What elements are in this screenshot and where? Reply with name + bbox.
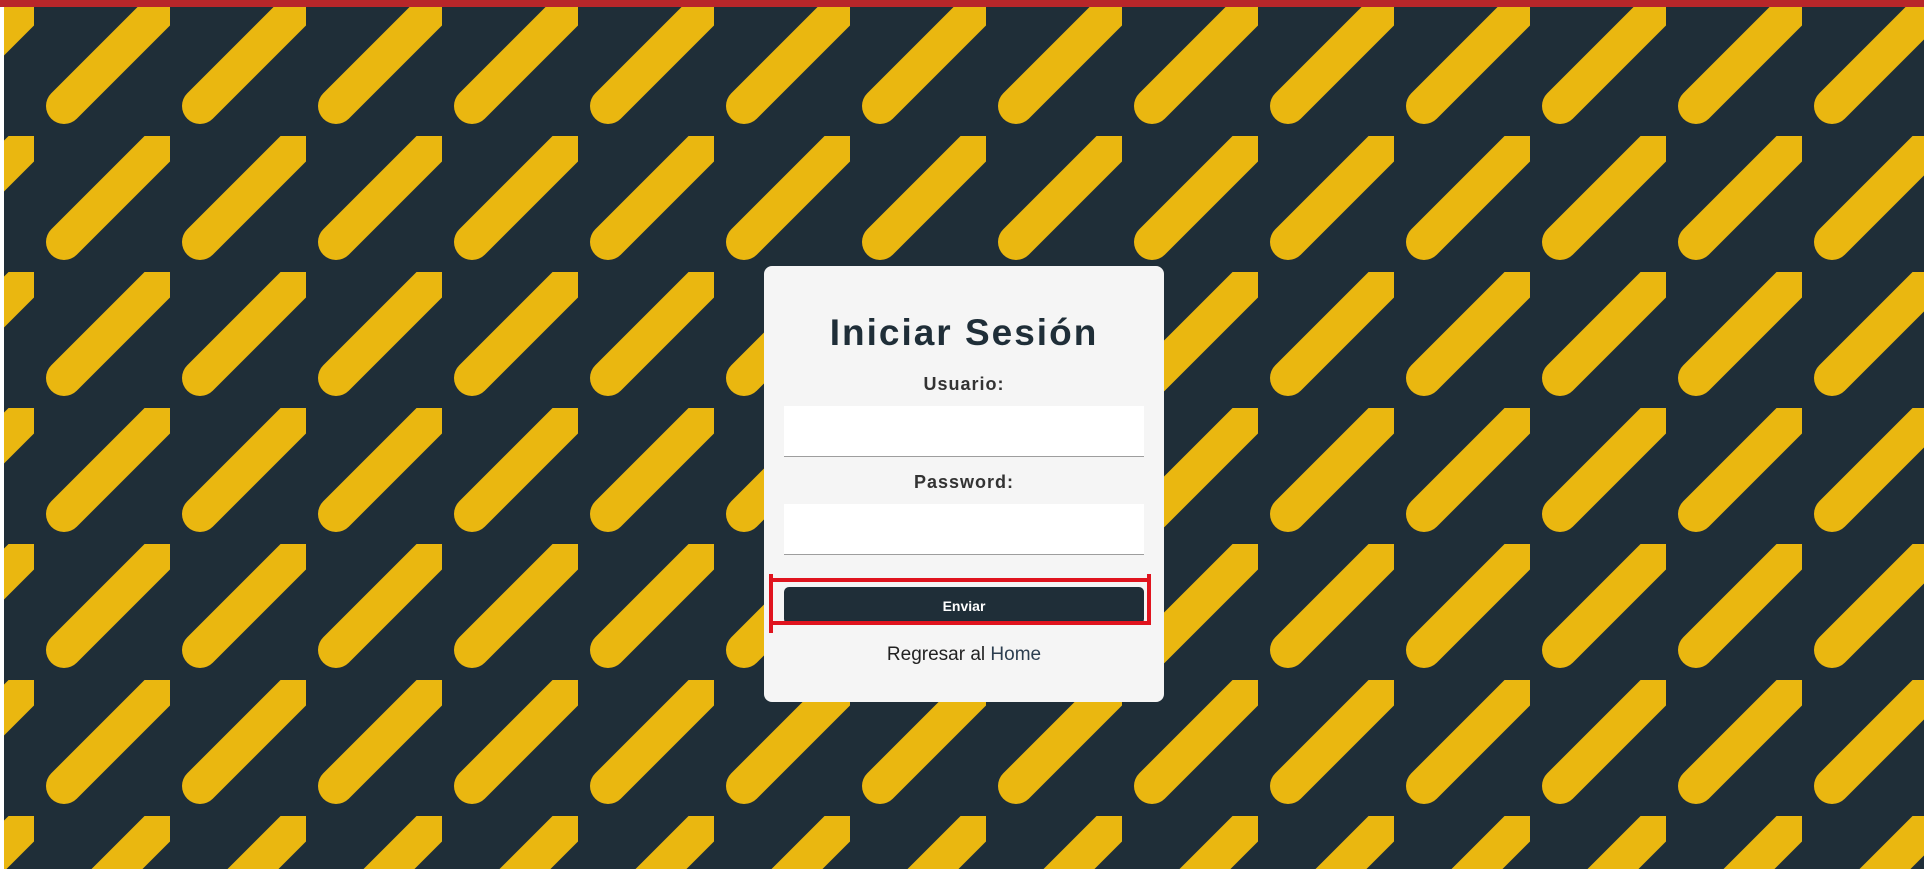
home-link[interactable]: Home bbox=[990, 644, 1041, 665]
submit-container: Enviar bbox=[769, 574, 1151, 633]
username-input[interactable] bbox=[784, 406, 1144, 457]
back-to-home: Regresar al Home bbox=[784, 644, 1144, 666]
username-label: Usuario: bbox=[923, 374, 1005, 394]
highlight-tick-top-left bbox=[769, 574, 773, 584]
submit-button[interactable]: Enviar bbox=[784, 587, 1144, 624]
left-edge-strip bbox=[0, 0, 4, 869]
login-card: Iniciar Sesión Usuario: Password: Enviar… bbox=[764, 266, 1164, 702]
highlight-tick-bottom-left bbox=[769, 623, 773, 633]
top-red-bar bbox=[0, 0, 1924, 7]
page-title: Iniciar Sesión bbox=[829, 312, 1099, 353]
password-input[interactable] bbox=[784, 504, 1144, 555]
highlight-tick-top-right bbox=[1147, 574, 1151, 584]
back-text: Regresar al bbox=[886, 644, 986, 665]
password-label: Password: bbox=[913, 472, 1015, 492]
